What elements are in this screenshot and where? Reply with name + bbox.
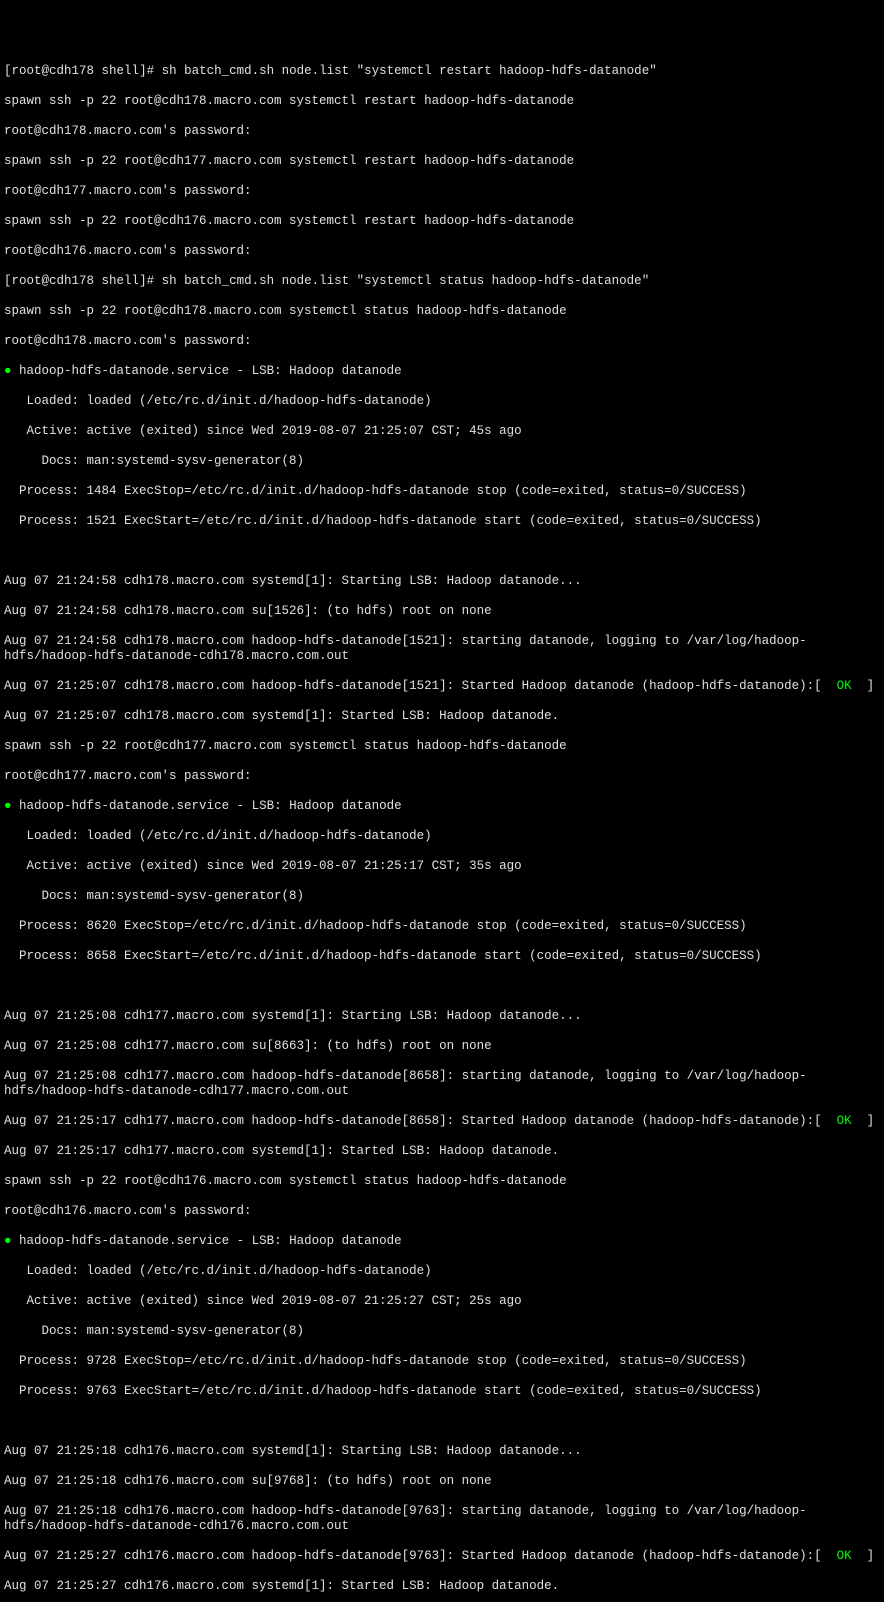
output-line: Process: 1521 ExecStart=/etc/rc.d/init.d… [4, 514, 880, 529]
output-line: root@cdh177.macro.com's password: [4, 769, 880, 784]
status-active-icon: ● [4, 1234, 12, 1248]
log-line: Aug 07 21:24:58 cdh178.macro.com hadoop-… [4, 634, 880, 664]
log-line: Aug 07 21:25:08 cdh177.macro.com hadoop-… [4, 1069, 880, 1099]
output-line: spawn ssh -p 22 root@cdh176.macro.com sy… [4, 1174, 880, 1189]
output-line: root@cdh176.macro.com's password: [4, 1204, 880, 1219]
output-line: spawn ssh -p 22 root@cdh178.macro.com sy… [4, 304, 880, 319]
output-line: root@cdh176.macro.com's password: [4, 244, 880, 259]
log-line: Aug 07 21:25:18 cdh176.macro.com hadoop-… [4, 1504, 880, 1534]
log-line: Aug 07 21:24:58 cdh178.macro.com su[1526… [4, 604, 880, 619]
output-line: Docs: man:systemd-sysv-generator(8) [4, 454, 880, 469]
output-line: Process: 1484 ExecStop=/etc/rc.d/init.d/… [4, 484, 880, 499]
output-line [4, 544, 880, 559]
status-active-icon: ● [4, 799, 12, 813]
prompt-line: [root@cdh178 shell]# sh batch_cmd.sh nod… [4, 64, 880, 79]
output-line [4, 1414, 880, 1429]
output-line: Loaded: loaded (/etc/rc.d/init.d/hadoop-… [4, 829, 880, 844]
ok-status: OK [837, 1114, 852, 1128]
ok-status: OK [837, 679, 852, 693]
output-line: root@cdh178.macro.com's password: [4, 124, 880, 139]
log-line: Aug 07 21:25:17 cdh177.macro.com hadoop-… [4, 1114, 880, 1129]
log-line: Aug 07 21:25:08 cdh177.macro.com su[8663… [4, 1039, 880, 1054]
output-line: Active: active (exited) since Wed 2019-0… [4, 859, 880, 874]
command-input[interactable]: sh batch_cmd.sh node.list "systemctl res… [162, 64, 657, 78]
log-line: Aug 07 21:25:17 cdh177.macro.com systemd… [4, 1144, 880, 1159]
output-line: Active: active (exited) since Wed 2019-0… [4, 424, 880, 439]
output-line: spawn ssh -p 22 root@cdh177.macro.com sy… [4, 739, 880, 754]
output-line [4, 979, 880, 994]
service-line: ● hadoop-hdfs-datanode.service - LSB: Ha… [4, 799, 880, 814]
output-line: Loaded: loaded (/etc/rc.d/init.d/hadoop-… [4, 394, 880, 409]
output-line: root@cdh177.macro.com's password: [4, 184, 880, 199]
log-line: Aug 07 21:25:27 cdh176.macro.com hadoop-… [4, 1549, 880, 1564]
status-active-icon: ● [4, 364, 12, 378]
output-line: Process: 9763 ExecStart=/etc/rc.d/init.d… [4, 1384, 880, 1399]
output-line: Docs: man:systemd-sysv-generator(8) [4, 1324, 880, 1339]
log-line: Aug 07 21:24:58 cdh178.macro.com systemd… [4, 574, 880, 589]
output-line: spawn ssh -p 22 root@cdh176.macro.com sy… [4, 214, 880, 229]
output-line: Active: active (exited) since Wed 2019-0… [4, 1294, 880, 1309]
output-line: spawn ssh -p 22 root@cdh178.macro.com sy… [4, 94, 880, 109]
log-line: Aug 07 21:25:07 cdh178.macro.com hadoop-… [4, 679, 880, 694]
log-line: Aug 07 21:25:18 cdh176.macro.com su[9768… [4, 1474, 880, 1489]
prompt-line: [root@cdh178 shell]# sh batch_cmd.sh nod… [4, 274, 880, 289]
output-line: Docs: man:systemd-sysv-generator(8) [4, 889, 880, 904]
output-line: root@cdh178.macro.com's password: [4, 334, 880, 349]
output-line: spawn ssh -p 22 root@cdh177.macro.com sy… [4, 154, 880, 169]
output-line: Loaded: loaded (/etc/rc.d/init.d/hadoop-… [4, 1264, 880, 1279]
output-line: Process: 9728 ExecStop=/etc/rc.d/init.d/… [4, 1354, 880, 1369]
output-line: Process: 8620 ExecStop=/etc/rc.d/init.d/… [4, 919, 880, 934]
service-line: ● hadoop-hdfs-datanode.service - LSB: Ha… [4, 364, 880, 379]
command-input[interactable]: sh batch_cmd.sh node.list "systemctl sta… [162, 274, 650, 288]
log-line: Aug 07 21:25:07 cdh178.macro.com systemd… [4, 709, 880, 724]
service-line: ● hadoop-hdfs-datanode.service - LSB: Ha… [4, 1234, 880, 1249]
ok-status: OK [837, 1549, 852, 1563]
log-line: Aug 07 21:25:08 cdh177.macro.com systemd… [4, 1009, 880, 1024]
log-line: Aug 07 21:25:18 cdh176.macro.com systemd… [4, 1444, 880, 1459]
log-line: Aug 07 21:25:27 cdh176.macro.com systemd… [4, 1579, 880, 1594]
output-line: Process: 8658 ExecStart=/etc/rc.d/init.d… [4, 949, 880, 964]
